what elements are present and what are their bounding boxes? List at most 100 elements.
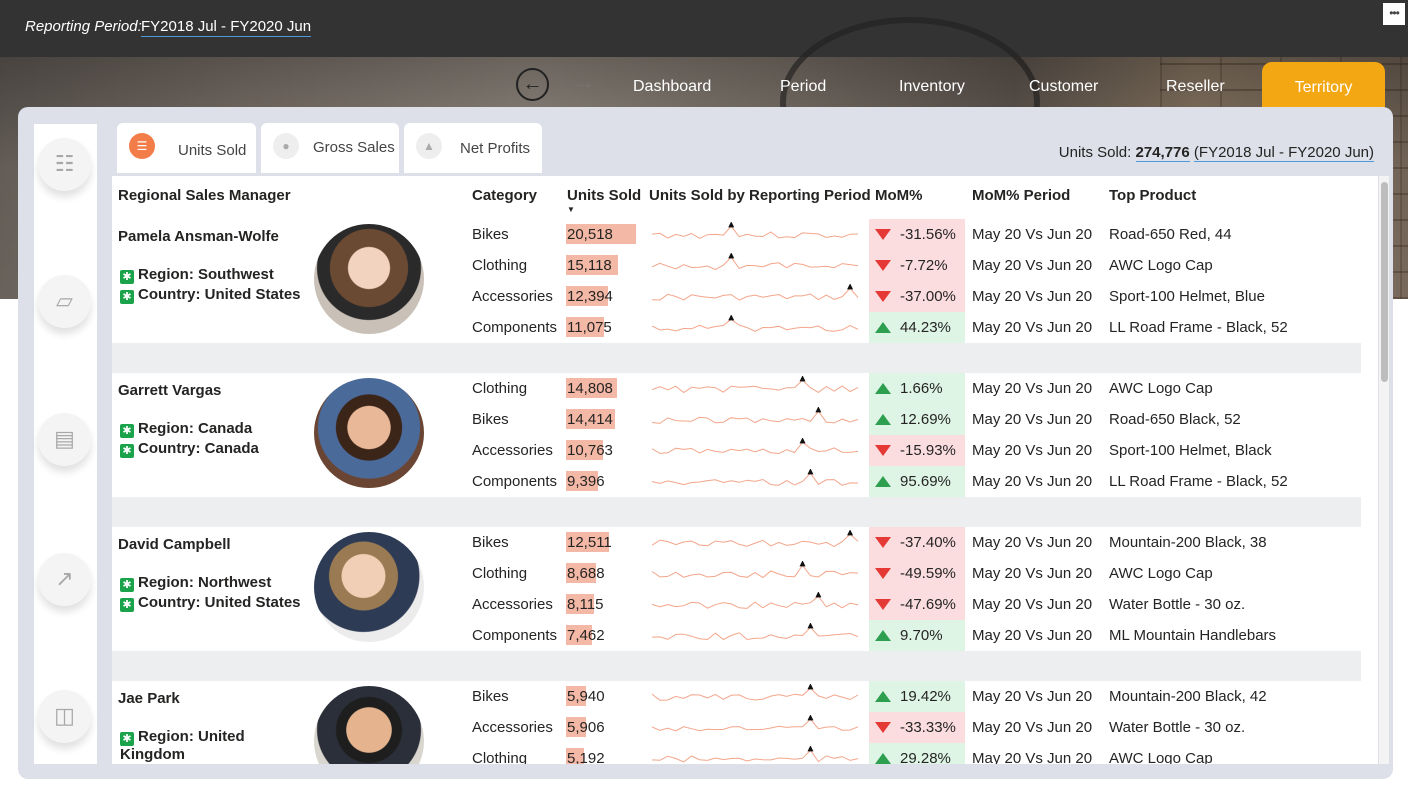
mom-period-cell: May 20 Vs Jun 20 <box>972 319 1093 336</box>
header-manager[interactable]: Regional Sales Manager <box>118 187 291 204</box>
back-arrow-icon[interactable]: ← <box>516 68 549 101</box>
units-cell: 8,115 <box>567 596 604 613</box>
sparkline-path <box>652 749 859 763</box>
top-product-cell: Water Bottle - 30 oz. <box>1109 719 1246 736</box>
more-options-button[interactable]: ••• <box>1383 3 1405 25</box>
mom-cell: -49.59% <box>900 565 956 582</box>
units-cell: 12,511 <box>567 534 612 551</box>
units-cell: 15,118 <box>567 257 612 274</box>
sparkline-path <box>652 441 859 455</box>
nav-reseller[interactable]: Reseller <box>1166 78 1225 96</box>
units-cell: 9,396 <box>567 473 605 490</box>
sparkline-path <box>652 626 859 641</box>
top-product-cell: AWC Logo Cap <box>1109 380 1213 397</box>
units-cell: 7,462 <box>567 627 605 644</box>
mom-cell: -47.69% <box>900 596 956 613</box>
manager-avatar <box>314 532 424 642</box>
abacus-icon[interactable]: ☷ <box>38 138 91 191</box>
sparkline-peak-marker <box>815 592 822 598</box>
down-arrow-icon <box>875 445 891 456</box>
mom-period-cell: May 20 Vs Jun 20 <box>972 596 1093 613</box>
category-cell: Clothing <box>472 750 528 764</box>
mom-cell: -37.00% <box>900 288 956 305</box>
mom-period-cell: May 20 Vs Jun 20 <box>972 380 1093 397</box>
tab-label: Units Sold <box>178 142 247 159</box>
header-units-by-period[interactable]: Units Sold by Reporting Period <box>649 187 871 204</box>
units-sparkline <box>652 222 859 239</box>
sparkline-path <box>652 225 859 239</box>
units-cell: 5,906 <box>567 719 605 736</box>
category-cell: Clothing <box>472 380 528 397</box>
manager-country: ✱ Country: United States <box>120 594 310 612</box>
sparkline-peak-marker <box>847 530 854 536</box>
hand-chart-icon[interactable]: ▱ <box>38 275 91 328</box>
units-cell: 10,763 <box>567 442 613 459</box>
tab-net-profits[interactable]: ▲ Net Profits <box>404 123 542 173</box>
sparkline-path <box>652 318 859 332</box>
tab-units-sold[interactable]: ☰ Units Sold <box>117 123 256 173</box>
table-scrollbar-thumb[interactable] <box>1381 182 1388 382</box>
sparkline-path <box>652 687 859 701</box>
manager-name: Pamela Ansman-Wolfe <box>118 228 279 245</box>
nav-territory[interactable]: Territory <box>1262 62 1385 110</box>
category-cell: Clothing <box>472 257 528 274</box>
reporting-period-value[interactable]: FY2018 Jul - FY2020 Jun <box>141 18 312 37</box>
mom-period-cell: May 20 Vs Jun 20 <box>972 688 1093 705</box>
top-product-cell: Mountain-200 Black, 38 <box>1109 534 1267 551</box>
mom-cell: -15.93% <box>900 442 956 459</box>
top-product-cell: Mountain-200 Black, 42 <box>1109 688 1267 705</box>
manager-avatar <box>314 686 424 764</box>
category-cell: Bikes <box>472 534 509 551</box>
mom-period-cell: May 20 Vs Jun 20 <box>972 750 1093 764</box>
mom-cell: -33.33% <box>900 719 956 736</box>
header-top-product[interactable]: Top Product <box>1109 187 1196 204</box>
header-mom[interactable]: MoM% <box>875 187 923 204</box>
growth-chart-icon[interactable]: ↗ <box>38 553 91 606</box>
sparkline-path <box>652 718 859 732</box>
header-units-sold[interactable]: Units Sold <box>567 187 641 204</box>
nav-dashboard[interactable]: Dashboard <box>633 78 711 96</box>
database-icon[interactable]: ◫ <box>38 690 91 743</box>
region-star-icon: ✱ <box>120 270 134 284</box>
top-product-cell: AWC Logo Cap <box>1109 257 1213 274</box>
header-category[interactable]: Category <box>472 187 537 204</box>
tab-gross-sales[interactable]: ● Gross Sales <box>261 123 399 173</box>
money-icon[interactable]: ▤ <box>38 413 91 466</box>
sparkline-path <box>652 472 859 486</box>
units-sparkline <box>652 592 859 609</box>
sparkline-peak-marker <box>728 315 735 321</box>
sparkline-peak-marker <box>799 438 806 444</box>
up-arrow-icon <box>875 753 891 764</box>
sparkline-path <box>652 564 859 579</box>
mom-period-cell: May 20 Vs Jun 20 <box>972 719 1093 736</box>
group-separator <box>112 497 1361 527</box>
nav-customer[interactable]: Customer <box>1029 78 1098 96</box>
units-cell: 20,518 <box>567 226 613 243</box>
mom-period-cell: May 20 Vs Jun 20 <box>972 411 1093 428</box>
forward-arrow-icon[interactable]: → <box>570 66 596 97</box>
sparkline-path <box>652 410 859 424</box>
down-arrow-icon <box>875 260 891 271</box>
top-product-cell: AWC Logo Cap <box>1109 750 1213 764</box>
up-arrow-icon <box>875 691 891 702</box>
category-cell: Components <box>472 319 558 336</box>
mom-period-cell: May 20 Vs Jun 20 <box>972 257 1093 274</box>
up-arrow-icon <box>875 476 891 487</box>
down-arrow-icon <box>875 537 891 548</box>
up-arrow-icon <box>875 630 891 641</box>
summary-period: (FY2018 Jul - FY2020 Jun) <box>1193 144 1374 162</box>
sparkline-peak-marker <box>728 253 735 259</box>
units-cell: 14,414 <box>567 411 613 428</box>
mom-cell: 1.66% <box>900 380 943 397</box>
mom-cell: -37.40% <box>900 534 956 551</box>
header-mom-period[interactable]: MoM% Period <box>972 187 1070 204</box>
region-star-icon: ✱ <box>120 732 134 746</box>
country-star-icon: ✱ <box>120 290 134 304</box>
manager-avatar <box>314 378 424 488</box>
down-arrow-icon <box>875 599 891 610</box>
category-cell: Accessories <box>472 719 553 736</box>
sparkline-path <box>652 379 859 394</box>
manager-region: ✱ Region: Southwest <box>120 266 310 284</box>
nav-period[interactable]: Period <box>780 78 826 96</box>
nav-inventory[interactable]: Inventory <box>899 78 965 96</box>
